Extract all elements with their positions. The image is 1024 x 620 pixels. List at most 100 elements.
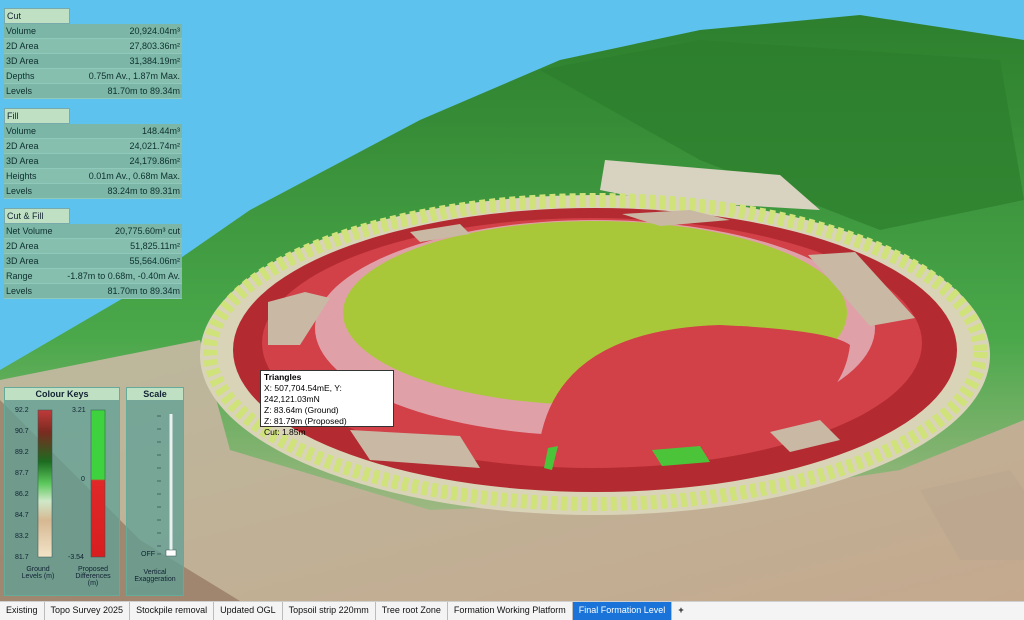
row-value: 0.01m Av., 0.68m Max. [88, 171, 180, 181]
row-value: 83.24m to 89.31m [107, 186, 180, 196]
row-label: 3D Area [6, 156, 39, 166]
row-value: 0.75m Av., 1.87m Max. [88, 71, 180, 81]
vertical-exaggeration-slider[interactable] [127, 402, 183, 562]
row-value: 81.70m to 89.34m [107, 86, 180, 96]
tab-stockpile-removal[interactable]: Stockpile removal [130, 602, 215, 620]
row-label: Levels [6, 186, 33, 196]
caption-line: Proposed [78, 566, 108, 573]
cut-volume-row: Volume 20,924.04m³ [4, 24, 182, 39]
tooltip-proposed-z: Z: 81.79m (Proposed) [264, 416, 347, 426]
scale-caption: Vertical Exaggeration [127, 569, 183, 583]
row-label: Volume [6, 26, 37, 36]
tab-formation-working-platform[interactable]: Formation Working Platform [448, 602, 573, 620]
cut-panel: Cut Volume 20,924.04m³ 2D Area 27,803.36m²… [4, 8, 182, 99]
colour-keys-title: Colour Keys [5, 388, 119, 400]
tab-tree-root-zone[interactable]: Tree root Zone [376, 602, 448, 620]
tooltip-coordinates: X: 507,704.54mE, Y: 242,121.03mN [264, 383, 342, 404]
ground-levels-caption: Ground Levels (m) [13, 566, 63, 580]
row-value: -1.87m to 0.68m, -0.40m Av. [67, 271, 180, 281]
row-label: Volume [6, 126, 37, 136]
row-label: 3D Area [6, 56, 39, 66]
row-label: 2D Area [6, 41, 39, 51]
cut-panel-title: Cut [4, 8, 70, 24]
caption-line: Ground [26, 566, 50, 573]
row-label: Levels [6, 86, 33, 96]
row-value: 81.70m to 89.34m [107, 286, 180, 296]
differences-caption: Proposed Differences (m) [67, 566, 119, 587]
net-volume-row: Net Volume 20,775.60m³ cut [4, 224, 182, 239]
row-label: 3D Area [6, 256, 39, 266]
cut-and-fill-panel: Cut & Fill Net Volume 20,775.60m³ cut 2D … [4, 208, 182, 299]
fill-2d-area-row: 2D Area 24,021.74m² [4, 139, 182, 154]
cut-levels-row: Levels 81.70m to 89.34m [4, 84, 182, 99]
row-value: 31,384.19m² [129, 56, 180, 66]
caption-line: Levels (m) [21, 573, 55, 580]
tooltip-cut: Cut: 1.85m [264, 427, 306, 437]
triangle-info-tooltip: Triangles X: 507,704.54mE, Y: 242,121.03… [260, 370, 394, 437]
fill-3d-area-row: 3D Area 24,179.86m² [4, 154, 182, 169]
caption-line: Vertical [143, 569, 167, 576]
cut-3d-area-row: 3D Area 31,384.19m² [4, 54, 182, 69]
colour-keys-panel: Colour Keys 92.2 90.7 89.2 87.7 86.2 84.… [4, 387, 120, 596]
row-label: Range [6, 271, 33, 281]
row-label: Depths [6, 71, 35, 81]
cf-2d-area-row: 2D Area 51,825.11m² [4, 239, 182, 254]
tab-topsoil-strip[interactable]: Topsoil strip 220mm [283, 602, 376, 620]
tooltip-title: Triangles [264, 372, 302, 382]
cf-range-row: Range -1.87m to 0.68m, -0.40m Av. [4, 269, 182, 284]
row-value: 51,825.11m² [130, 241, 180, 251]
diff-tick: -3.54 [68, 554, 84, 561]
cf-levels-row: Levels 81.70m to 89.34m [4, 284, 182, 299]
caption-line: (m) [87, 580, 99, 587]
fill-heights-row: Heights 0.01m Av., 0.68m Max. [4, 169, 182, 184]
row-value: 20,775.60m³ cut [114, 226, 180, 236]
row-label: Levels [6, 286, 33, 296]
tab-topo-survey-2025[interactable]: Topo Survey 2025 [45, 602, 131, 620]
cut-depths-row: Depths 0.75m Av., 1.87m Max. [4, 69, 182, 84]
ground-tick: 87.7 [15, 470, 29, 477]
ground-tick: 92.2 [15, 407, 29, 414]
fill-panel: Fill Volume 148.44m³ 2D Area 24,021.74m² 3… [4, 108, 182, 199]
add-tab-button[interactable]: + [672, 602, 689, 620]
tab-existing[interactable]: Existing [0, 602, 45, 620]
cf-3d-area-row: 3D Area 55,564.06m² [4, 254, 182, 269]
row-value: 148.44m³ [141, 126, 180, 136]
row-value: 27,803.36m² [129, 41, 180, 51]
caption-line: Exaggeration [134, 576, 176, 583]
fill-volume-row: Volume 148.44m³ [4, 124, 182, 139]
fill-rows: Volume 148.44m³ 2D Area 24,021.74m² 3D Are… [4, 124, 182, 199]
ground-tick: 86.2 [15, 491, 29, 498]
diff-tick: 3.21 [72, 407, 86, 414]
differences-bar [90, 409, 106, 558]
ground-tick: 90.7 [15, 428, 29, 435]
ground-levels-bar [37, 409, 53, 558]
cut-and-fill-rows: Net Volume 20,775.60m³ cut 2D Area 51,825.… [4, 224, 182, 299]
fill-panel-title: Fill [4, 108, 70, 124]
tab-final-formation-level[interactable]: Final Formation Level [572, 602, 673, 620]
row-label: Heights [6, 171, 37, 181]
cut-2d-area-row: 2D Area 27,803.36m² [4, 39, 182, 54]
row-value: 24,021.74m² [129, 141, 180, 151]
ground-tick: 83.2 [15, 533, 29, 540]
row-value: 20,924.04m³ [129, 26, 180, 36]
cut-rows: Volume 20,924.04m³ 2D Area 27,803.36m² 3D … [4, 24, 182, 99]
slider-thumb[interactable] [165, 549, 177, 557]
row-value: 55,564.06m² [129, 256, 180, 266]
surface-tab-bar: Existing Topo Survey 2025 Stockpile remo… [0, 601, 1024, 620]
diff-tick: 0 [81, 476, 85, 483]
ground-tick: 89.2 [15, 449, 29, 456]
fill-levels-row: Levels 83.24m to 89.31m [4, 184, 182, 199]
scale-value-label: OFF [141, 551, 155, 558]
scale-title: Scale [127, 388, 183, 400]
caption-line: Differences [75, 573, 111, 580]
tab-updated-ogl[interactable]: Updated OGL [214, 602, 283, 620]
row-label: 2D Area [6, 141, 39, 151]
ground-tick: 81.7 [15, 554, 29, 561]
row-value: 24,179.86m² [129, 156, 180, 166]
cut-and-fill-panel-title: Cut & Fill [4, 208, 70, 224]
row-label: Net Volume [6, 226, 53, 236]
row-label: 2D Area [6, 241, 39, 251]
ground-tick: 84.7 [15, 512, 29, 519]
scale-panel: Scale OFF Vertical Exaggeration [126, 387, 184, 596]
tooltip-ground-z: Z: 83.64m (Ground) [264, 405, 339, 415]
